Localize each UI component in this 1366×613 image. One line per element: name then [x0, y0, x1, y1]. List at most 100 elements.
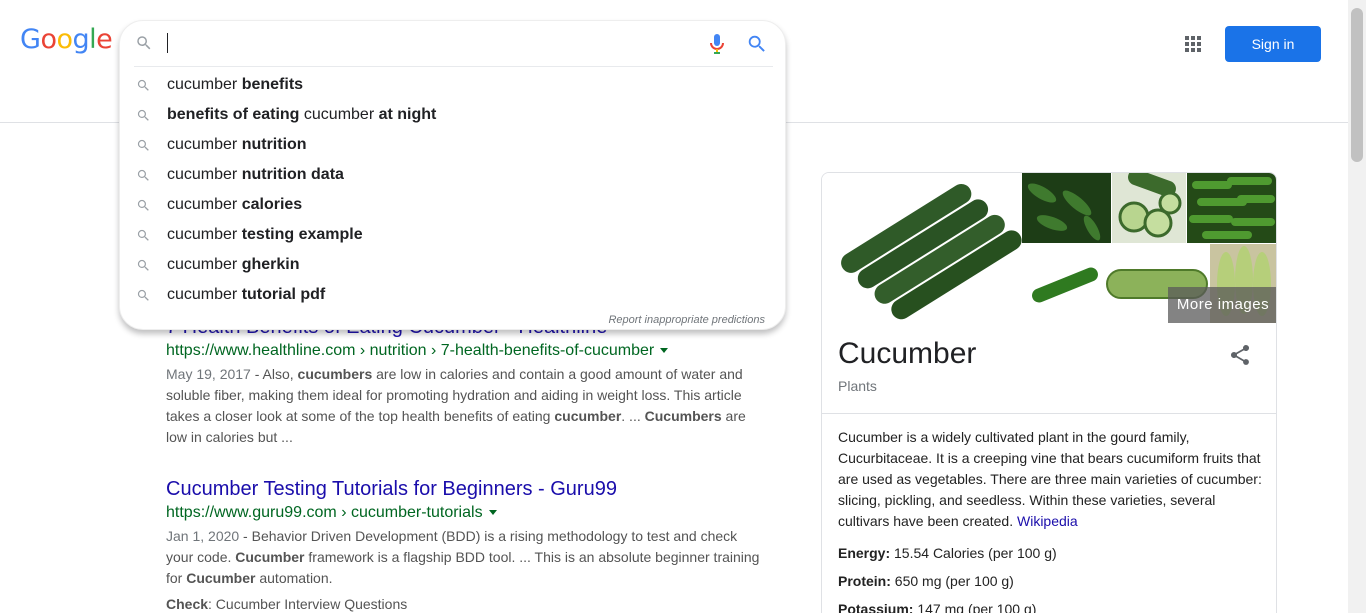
logo-letter: l [89, 24, 97, 55]
snippet-text: - Also, [250, 366, 298, 382]
text-cursor [167, 33, 168, 53]
snippet-text: . ... [621, 408, 645, 424]
logo-letter: o [40, 24, 57, 55]
single-cucumber-image[interactable] [1022, 244, 1105, 323]
search-input[interactable] [166, 31, 686, 57]
result-url[interactable]: https://www.guru99.com › cucumber-tutori… [166, 502, 766, 524]
search-box[interactable] [120, 21, 785, 66]
suggestion-completion: nutrition [241, 136, 307, 153]
search-submit-icon[interactable] [746, 33, 768, 60]
result-title-link[interactable]: Cucumber Testing Tutorials for Beginners… [166, 476, 766, 502]
dropdown-divider [134, 66, 773, 67]
kp-fact-energy: Energy: 15.54 Calories (per 100 g) [838, 545, 1057, 561]
search-icon [136, 168, 151, 188]
share-icon[interactable] [1228, 343, 1252, 372]
suggestion-text: cucumber testing example [167, 226, 363, 244]
result-url-text: https://www.healthline.com › nutrition ›… [166, 342, 655, 359]
suggestion-completion: at night [378, 106, 437, 123]
cucumber-main-image[interactable] [822, 173, 1022, 323]
suggestion-completion: testing example [241, 226, 363, 243]
search-icon [136, 198, 151, 218]
suggestion-text: benefits of eating cucumber at night [167, 106, 436, 124]
suggestion-text: cucumber tutorial pdf [167, 286, 325, 304]
search-icon [136, 108, 151, 128]
snippet-highlight: cucumbers [297, 366, 373, 382]
kp-fact-potassium: Potassium: 147 mg (per 100 g) [838, 601, 1036, 613]
suggestion-query: cucumber [167, 166, 242, 183]
logo-letter: g [72, 24, 90, 55]
chevron-down-icon[interactable] [660, 348, 669, 354]
wikipedia-link[interactable]: Wikipedia [1017, 513, 1078, 529]
suggestion-completion: benefits of eating [167, 106, 300, 123]
snippet-highlight: Cucumbers [644, 408, 722, 424]
fact-label[interactable]: Energy: [838, 545, 890, 561]
suggestion-query: cucumber [167, 136, 242, 153]
more-images-button[interactable]: More images [1168, 287, 1276, 323]
result-date: Jan 1, 2020 [166, 528, 240, 544]
autocomplete-suggestion[interactable]: cucumber tutorial pdf [120, 280, 785, 310]
microphone-icon[interactable] [707, 33, 727, 60]
search-autocomplete-panel: cucumber benefits benefits of eating cucu… [119, 20, 786, 330]
search-result: 7 Health Benefits of Eating Cucumber - H… [166, 314, 766, 448]
report-predictions-link[interactable]: Report inappropriate predictions [608, 314, 765, 326]
page-scrollbar[interactable] [1348, 0, 1366, 613]
autocomplete-suggestion[interactable]: cucumber nutrition [120, 130, 785, 160]
search-icon [136, 228, 151, 248]
cucumber-slices-image[interactable] [1112, 173, 1186, 243]
google-search-page: Google Sign in cucumber benefits benefit… [0, 0, 1366, 613]
cucumber-pile-image[interactable] [1187, 173, 1276, 243]
search-icon [135, 34, 153, 57]
fact-value: 15.54 Calories (per 100 g) [890, 545, 1057, 561]
suggestion-query: cucumber [299, 106, 379, 123]
search-icon [136, 138, 151, 158]
suggestion-text: cucumber nutrition [167, 136, 307, 154]
result-date: May 19, 2017 [166, 366, 251, 382]
kp-subtitle: Plants [838, 378, 877, 394]
logo-letter: o [56, 24, 73, 55]
snippet-highlight: cucumber [554, 408, 622, 424]
autocomplete-suggestion[interactable]: cucumber calories [120, 190, 785, 220]
suggestion-text: cucumber calories [167, 196, 302, 214]
result-sitelink[interactable]: Check: Cucumber Interview Questions [166, 594, 766, 613]
suggestion-completion: calories [241, 196, 303, 213]
sitelink-label: Check [166, 596, 209, 612]
fact-label[interactable]: Protein: [838, 573, 891, 589]
autocomplete-suggestion[interactable]: cucumber gherkin [120, 250, 785, 280]
logo-letter: G [20, 24, 41, 55]
result-snippet: Jan 1, 2020 - Behavior Driven Developmen… [166, 526, 766, 589]
scrollbar-thumb[interactable] [1351, 8, 1363, 162]
sign-in-button[interactable]: Sign in [1225, 26, 1321, 62]
autocomplete-suggestion[interactable]: cucumber benefits [120, 70, 785, 100]
autocomplete-suggestion[interactable]: cucumber testing example [120, 220, 785, 250]
snippet-highlight: Cucumber [186, 570, 256, 586]
cucumber-image[interactable] [1022, 173, 1111, 243]
suggestion-list: cucumber benefits benefits of eating cucu… [120, 70, 785, 310]
suggestion-completion: nutrition data [241, 166, 344, 183]
fact-value: 147 mg (per 100 g) [913, 601, 1037, 613]
suggestion-query: cucumber [167, 226, 242, 243]
suggestion-query: cucumber [167, 256, 242, 273]
search-icon [136, 258, 151, 278]
kp-fact-protein: Protein: 650 mg (per 100 g) [838, 573, 1014, 589]
knowledge-panel: More images Cucumber Plants Cucumber is … [821, 172, 1277, 613]
result-url[interactable]: https://www.healthline.com › nutrition ›… [166, 340, 766, 362]
snippet-highlight: Cucumber [235, 549, 305, 565]
suggestion-query: cucumber [167, 76, 242, 93]
suggestion-query: cucumber [167, 286, 242, 303]
kp-divider [822, 413, 1276, 414]
search-icon [136, 288, 151, 308]
result-url-text: https://www.guru99.com › cucumber-tutori… [166, 504, 483, 521]
autocomplete-suggestion[interactable]: benefits of eating cucumber at night [120, 100, 785, 130]
autocomplete-suggestion[interactable]: cucumber nutrition data [120, 160, 785, 190]
chevron-down-icon[interactable] [488, 510, 497, 516]
grid-apps-icon[interactable] [1178, 29, 1208, 59]
kp-title: Cucumber [838, 337, 977, 370]
suggestion-text: cucumber nutrition data [167, 166, 344, 184]
fact-label[interactable]: Potassium: [838, 601, 913, 613]
search-result: Cucumber Testing Tutorials for Beginners… [166, 476, 766, 613]
fact-value: 650 mg (per 100 g) [890, 573, 1014, 589]
snippet-text: automation. [255, 570, 333, 586]
google-logo[interactable]: Google [20, 24, 113, 55]
suggestion-text: cucumber gherkin [167, 256, 300, 274]
sitelink-text: : Cucumber Interview Questions [208, 596, 408, 612]
